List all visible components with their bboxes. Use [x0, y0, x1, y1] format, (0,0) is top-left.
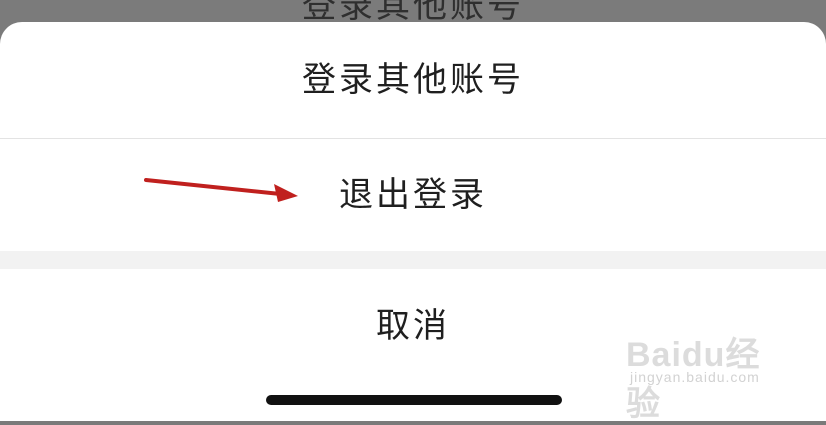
red-arrow-icon	[144, 178, 298, 202]
login-other-account-button[interactable]: 登录其他账号	[0, 22, 826, 138]
watermark-url: jingyan.baidu.com	[630, 369, 760, 385]
logout-button[interactable]: 退出登录	[0, 139, 826, 251]
home-indicator	[266, 395, 562, 405]
section-gap	[0, 251, 826, 269]
baidu-watermark: Baidu经验 jingyan.baidu.com	[626, 327, 786, 423]
